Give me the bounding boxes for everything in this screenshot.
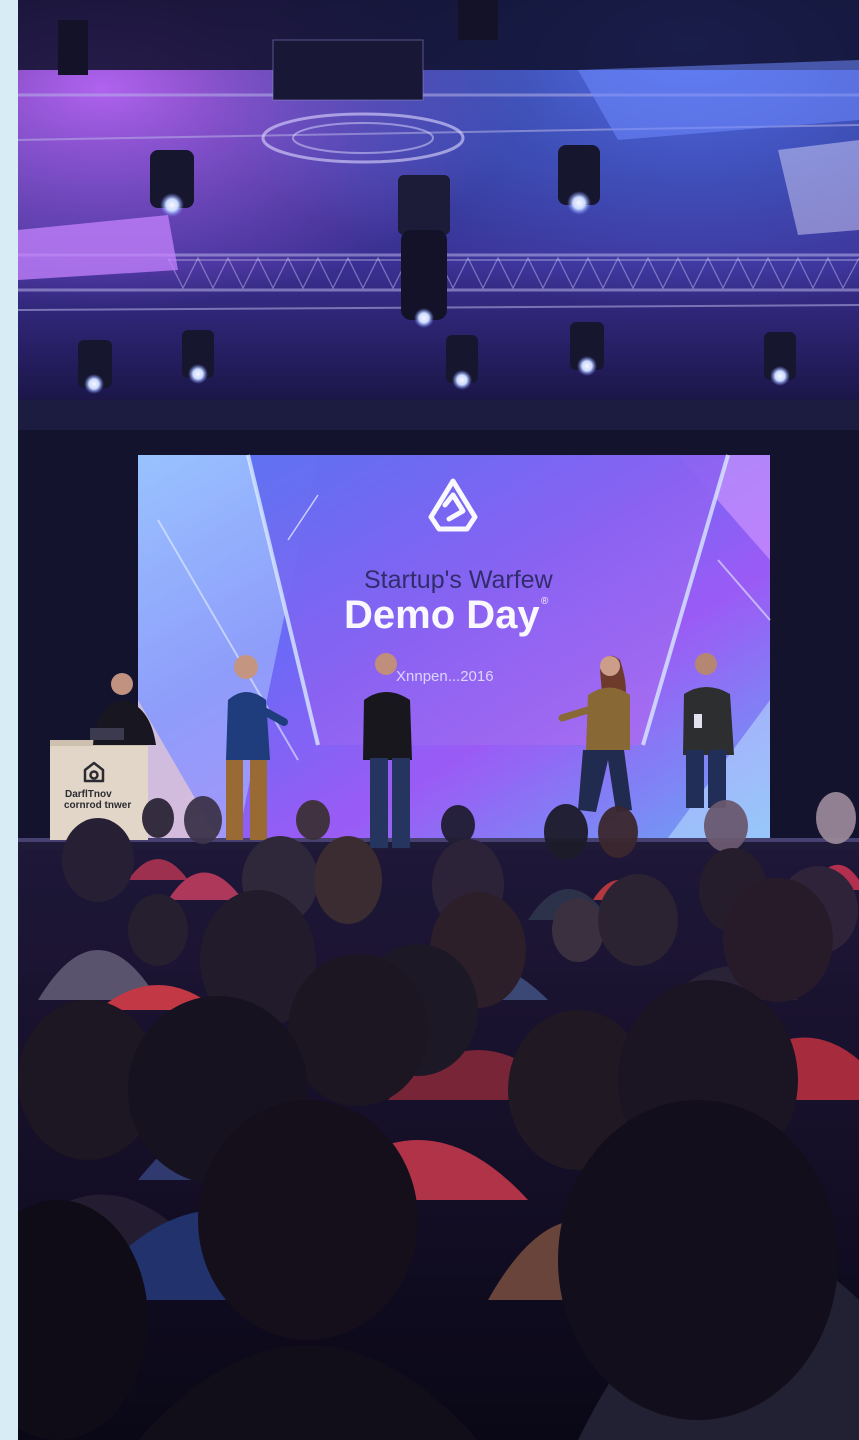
event-photo: Startup's Warfew Demo Day ® Xnnpen...201… [18,0,859,1440]
photo-frame: Startup's Warfew Demo Day ® Xnnpen...201… [18,0,859,1440]
